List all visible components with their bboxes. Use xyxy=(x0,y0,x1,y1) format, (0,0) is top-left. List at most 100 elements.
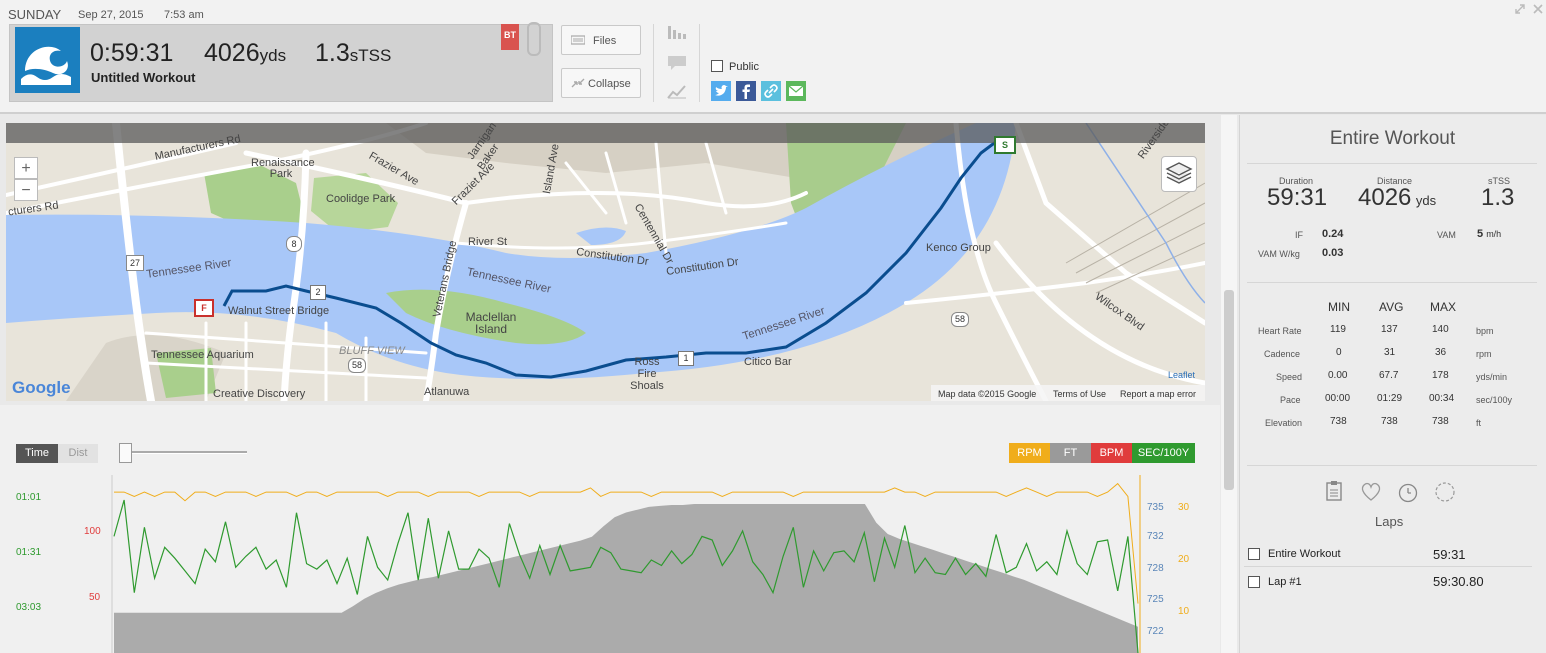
main-scrollbar-thumb[interactable] xyxy=(1224,290,1234,490)
map-label-ross-fire-shoals: Ross Fire Shoals xyxy=(630,356,664,392)
panel-divider-3 xyxy=(1247,465,1537,466)
vam-value: 5 m/h xyxy=(1477,228,1502,240)
lap-name[interactable]: Entire Workout xyxy=(1268,548,1341,560)
lap-2-marker[interactable]: 2 xyxy=(310,285,326,300)
expand-icon[interactable] xyxy=(1514,3,1526,15)
lap-name[interactable]: Lap #1 xyxy=(1268,576,1302,588)
zoom-out-button[interactable]: − xyxy=(14,179,38,201)
heart-icon[interactable] xyxy=(1360,481,1382,503)
route-8-shield: 8 xyxy=(286,236,302,252)
stats-row-max: 140 xyxy=(1432,324,1449,335)
lap-time: 59:30.80 xyxy=(1433,574,1484,589)
layers-icon xyxy=(1165,162,1193,184)
zoom-slider-handle[interactable] xyxy=(119,443,132,463)
start-marker[interactable]: S xyxy=(994,136,1016,154)
elev-tick-1: 735 xyxy=(1147,502,1164,513)
close-icon[interactable] xyxy=(1532,3,1544,15)
map-label-bluff-view: BLUFF VIEW xyxy=(339,345,405,357)
distance-value: 4026yds xyxy=(204,39,287,67)
collapse-icon xyxy=(571,78,585,88)
map-label-atlanuwa: Atlanuwa xyxy=(424,386,470,398)
route-58-shield-2: 58 xyxy=(951,312,969,327)
facebook-share-icon[interactable] xyxy=(736,81,756,101)
workout-day: SUNDAY xyxy=(8,7,62,22)
elev-tick-4: 725 xyxy=(1147,594,1164,605)
duration-value: 0:59:31 xyxy=(90,39,174,67)
line-chart-icon[interactable] xyxy=(667,83,687,99)
stats-row-label: Cadence xyxy=(1264,349,1301,359)
link-share-icon[interactable] xyxy=(761,81,781,101)
notes-icon[interactable] xyxy=(1323,480,1345,502)
stats-row-label: Elevation xyxy=(1265,418,1303,428)
stats-row-min: 0.00 xyxy=(1328,370,1348,381)
stopwatch-icon[interactable] xyxy=(1397,481,1419,503)
pace-tick-1: 01:01 xyxy=(16,492,42,503)
pace-tick-3: 03:03 xyxy=(16,602,42,613)
stats-row-max: 178 xyxy=(1432,370,1449,381)
stats-row-max: 738 xyxy=(1432,416,1449,427)
email-share-icon[interactable] xyxy=(786,81,806,101)
if-label: IF xyxy=(1295,230,1303,240)
distance-stat: 4026 yds xyxy=(1358,184,1437,211)
comment-icon[interactable] xyxy=(667,55,687,71)
zoom-in-button[interactable]: + xyxy=(14,157,38,179)
stats-row-max: 00:34 xyxy=(1429,393,1455,404)
hr-tick-2: 50 xyxy=(89,592,101,603)
stats-row-avg: 31 xyxy=(1384,347,1396,358)
legend-bpm-button[interactable]: BPM xyxy=(1091,443,1132,463)
attachment-icon[interactable] xyxy=(527,22,541,56)
twitter-share-icon[interactable] xyxy=(711,81,731,101)
legend-pace-button[interactable]: SEC/100Y xyxy=(1132,443,1195,463)
stats-row-label: Speed xyxy=(1276,372,1303,382)
leaflet-link[interactable]: Leaflet xyxy=(1168,370,1195,380)
duration-stat: 59:31 xyxy=(1267,184,1328,211)
lap-checkbox-entire[interactable] xyxy=(1248,548,1260,560)
stats-row-unit: yds/min xyxy=(1476,372,1508,382)
finish-marker[interactable]: F xyxy=(194,299,214,317)
map-layers-button[interactable] xyxy=(1161,156,1197,192)
cadence-tick-2: 20 xyxy=(1178,554,1190,565)
stats-row-avg: 738 xyxy=(1381,416,1398,427)
lap-checkbox-1[interactable] xyxy=(1248,576,1260,588)
terms-of-use-link[interactable]: Terms of Use xyxy=(1053,389,1106,399)
legend-rpm-button[interactable]: RPM xyxy=(1009,443,1050,463)
custom-range-icon[interactable] xyxy=(1434,481,1456,503)
cadence-tick-3: 10 xyxy=(1178,606,1190,617)
map-label-renaissance-park: Renaissance Park xyxy=(251,157,315,180)
files-button[interactable]: Files xyxy=(561,25,641,55)
files-label: Files xyxy=(593,35,617,47)
collapse-button[interactable]: Collapse xyxy=(561,68,641,98)
workout-title[interactable]: Untitled Workout xyxy=(91,70,195,85)
stats-row-unit: bpm xyxy=(1476,326,1494,336)
public-checkbox[interactable] xyxy=(711,60,723,72)
lap-time: 59:31 xyxy=(1433,547,1466,562)
bt-badge[interactable]: BT xyxy=(501,24,519,50)
map-label-citico-bar: Citico Bar xyxy=(744,356,792,368)
stats-row-avg: 01:29 xyxy=(1377,393,1403,404)
workout-time: 7:53 am xyxy=(164,9,204,21)
col-max-header: MAX xyxy=(1430,300,1457,314)
map-label-walnut-street-bridge: Walnut Street Bridge xyxy=(228,305,330,317)
route-27-shield: 27 xyxy=(126,255,144,271)
time-toggle-button[interactable]: Time xyxy=(16,444,58,463)
map-data-attribution: Map data ©2015 Google xyxy=(938,389,1037,399)
laps-label: Laps xyxy=(1375,514,1404,529)
legend-ft-button[interactable]: FT xyxy=(1050,443,1091,463)
stats-row-unit: ft xyxy=(1476,418,1482,428)
stats-row-min: 738 xyxy=(1330,416,1347,427)
route-58-shield: 58 xyxy=(348,358,366,373)
map-label-river-st: River St xyxy=(468,236,508,248)
dist-toggle-button[interactable]: Dist xyxy=(58,444,98,463)
report-map-error-link[interactable]: Report a map error xyxy=(1120,389,1196,399)
workout-chart[interactable] xyxy=(110,475,1145,653)
panel-divider-1 xyxy=(1247,163,1537,164)
bar-chart-icon[interactable] xyxy=(667,24,687,40)
google-logo[interactable]: Google xyxy=(12,378,71,398)
col-avg-header: AVG xyxy=(1379,300,1404,314)
lap-1-marker[interactable]: 1 xyxy=(678,351,694,366)
map-label-creative-discovery: Creative Discovery xyxy=(213,388,306,400)
route-map[interactable]: + − Manufacturers Rd cturers Rd Renaissa… xyxy=(6,123,1205,401)
zoom-slider-track[interactable] xyxy=(129,451,247,454)
public-label: Public xyxy=(729,61,759,73)
map-top-bar xyxy=(6,123,1205,143)
